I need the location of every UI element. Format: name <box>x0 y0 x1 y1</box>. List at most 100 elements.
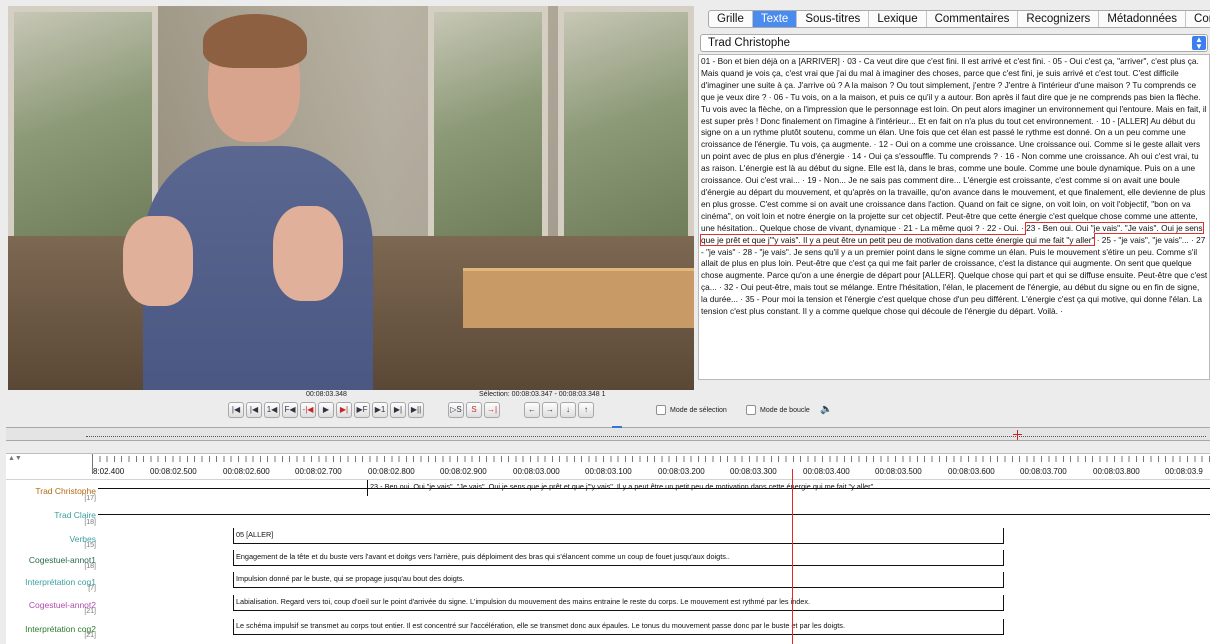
timecode: 00:08:03.348 <box>306 391 347 398</box>
speaker-icon[interactable]: 🔈 <box>820 404 832 415</box>
next-ms-button[interactable]: ▶| <box>336 402 352 418</box>
ruler-label: 00:08:02.700 <box>295 467 342 476</box>
clear-selection-button[interactable]: S <box>466 402 482 418</box>
ruler-label: 00:08:02.500 <box>150 467 197 476</box>
tab-bar: Grille Texte Sous-titres Lexique Comment… <box>708 10 1210 28</box>
signer-hand-left <box>123 216 193 306</box>
ruler-label: 00:08:03.600 <box>948 467 995 476</box>
splitter-handle[interactable] <box>612 426 622 428</box>
tab-controles[interactable]: Contrôles <box>1186 11 1210 27</box>
next-annotation-button[interactable]: → <box>542 402 558 418</box>
annotation[interactable]: Impulsion donné par le buste, qui se pro… <box>233 572 1004 588</box>
go-to-end-button[interactable]: ▶|| <box>408 402 424 418</box>
tab-lexique[interactable]: Lexique <box>869 11 927 27</box>
annotation[interactable]: Le schéma impulsif se transmet au corps … <box>233 619 1004 635</box>
overview-density <box>86 436 1206 437</box>
ruler-ticks <box>92 456 1210 462</box>
tier-count: [18] <box>84 563 96 570</box>
playhead-cursor[interactable] <box>792 469 793 644</box>
signer-hand-right <box>273 206 343 301</box>
previous-scrollview-button[interactable]: |◀ <box>246 402 262 418</box>
annotation-baseline <box>234 634 1003 635</box>
ruler-label: 00:08:02.600 <box>223 467 270 476</box>
signer-hair <box>203 14 307 68</box>
tab-texte[interactable]: Texte <box>752 11 798 27</box>
previous-annotation-button[interactable]: ← <box>524 402 540 418</box>
go-to-begin-button[interactable]: |◀ <box>228 402 244 418</box>
ruler-label: 00:08:02.900 <box>440 467 487 476</box>
mode-selection-label: Mode de sélection <box>670 407 727 414</box>
play-selection-button[interactable]: ▷S <box>448 402 464 418</box>
mode-boucle-label: Mode de boucle <box>760 407 810 414</box>
tier-count: [17] <box>84 495 96 502</box>
next-second-button[interactable]: ▶1 <box>372 402 388 418</box>
tier-count: [21] <box>84 608 96 615</box>
mode-selection-checkbox[interactable] <box>656 405 666 415</box>
next-scrollview-button[interactable]: ▶| <box>390 402 406 418</box>
time-ruler[interactable]: ▲▼ 8:02.400 00:08:02.500 00:08:02.600 00… <box>6 454 1210 480</box>
annotation-text: Labialisation. Regard vers toi, coup d'o… <box>236 597 811 606</box>
annotation[interactable]: 05 [ALLER] <box>233 528 1004 544</box>
tier-interpretation-cog1[interactable]: Interprétation cog1 [7] Impulsion donné … <box>6 572 1210 594</box>
tier-line <box>98 514 1210 515</box>
tier-verbes[interactable]: Verbes [15] 05 [ALLER] <box>6 528 1210 550</box>
tier-count: [7] <box>88 585 96 592</box>
annotation-baseline <box>234 587 1003 588</box>
ruler-label: 00:08:03.400 <box>803 467 850 476</box>
tab-commentaires[interactable]: Commentaires <box>927 11 1019 27</box>
tab-recognizers[interactable]: Recognizers <box>1018 11 1100 27</box>
tier-select-value: Trad Christophe <box>708 37 791 49</box>
tier-cogestuel-annot1[interactable]: Cogestuel-annot1 [18] Engagement de la t… <box>6 550 1210 572</box>
tier-trad-claire[interactable]: Trad Claire [18] <box>6 506 1210 528</box>
tier-interpretation-cog2[interactable]: Interprétation cog2 [21] Le schéma impul… <box>6 619 1210 641</box>
ruler-label: 00:08:03.800 <box>1093 467 1140 476</box>
previous-second-button[interactable]: 1◀ <box>264 402 280 418</box>
tier-cogestuel-annot2[interactable]: Cogestuel-annot2 [21] Labialisation. Reg… <box>6 595 1210 617</box>
annotation[interactable]: Engagement de la tête et du buste vers l… <box>233 550 1004 566</box>
ruler-label: 00:08:02.800 <box>368 467 415 476</box>
annotation-down-button[interactable]: ↓ <box>560 402 576 418</box>
tab-grille[interactable]: Grille <box>709 11 753 27</box>
previous-frame-button[interactable]: F◀ <box>282 402 298 418</box>
ruler-label: 00:08:03.700 <box>1020 467 1067 476</box>
annotation-baseline <box>234 543 1003 544</box>
annotation-text: 23 - Ben oui. Oui "je vais". "Je vais". … <box>370 482 874 491</box>
annotation-text: Impulsion donné par le buste, qui se pro… <box>236 574 465 583</box>
annotation[interactable]: Labialisation. Regard vers toi, coup d'o… <box>233 595 1004 611</box>
annotation-text: Engagement de la tête et du buste vers l… <box>236 552 730 561</box>
tier-count: [15] <box>84 542 96 549</box>
ruler-label: 00:08:03.200 <box>658 467 705 476</box>
timeline-viewer[interactable]: ▲▼ 8:02.400 00:08:02.500 00:08:02.600 00… <box>6 453 1210 644</box>
ruler-label: 00:08:03.300 <box>730 467 777 476</box>
video-window-right2 <box>558 6 694 256</box>
ruler-label: 00:08:03.500 <box>875 467 922 476</box>
tab-metadonnees[interactable]: Métadonnées <box>1099 11 1187 27</box>
annotation-baseline <box>234 610 1003 611</box>
tab-sous-titres[interactable]: Sous-titres <box>797 11 870 27</box>
overview-cursor-h <box>1013 434 1022 435</box>
ruler-label: 8:02.400 <box>93 467 125 476</box>
annotation-text: 05 [ALLER] <box>236 530 274 539</box>
selection-range: Sélection: 00:08:03.347 - 00:08:03.348 1 <box>479 391 606 398</box>
tier-select[interactable]: Trad Christophe ▲ ▼ <box>700 34 1208 52</box>
ruler-corner-icon[interactable]: ▲▼ <box>8 455 22 462</box>
annotation-up-button[interactable]: ↑ <box>578 402 594 418</box>
play-button[interactable]: ▶ <box>318 402 334 418</box>
timeline-overview[interactable] <box>6 426 1210 441</box>
transcript-before: 01 - Bon et bien déjà on a [ARRIVER] · 0… <box>701 56 1207 233</box>
media-controls: 00:08:03.348 Sélection: 00:08:03.347 - 0… <box>0 390 1210 426</box>
previous-ms-button[interactable]: -|◀ <box>300 402 316 418</box>
video-table <box>463 268 694 328</box>
next-frame-button[interactable]: ▶F <box>354 402 370 418</box>
tier-name[interactable]: Interprétation cog1 <box>25 577 96 587</box>
tier-trad-christophe[interactable]: Trad Christophe [17] 23 - Ben oui. Oui "… <box>6 480 1210 504</box>
mode-boucle-checkbox[interactable] <box>746 405 756 415</box>
annotation-text: Le schéma impulsif se transmet au corps … <box>236 621 845 630</box>
transcript-text[interactable]: 01 - Bon et bien déjà on a [ARRIVER] · 0… <box>698 54 1210 380</box>
annotation[interactable]: 23 - Ben oui. Oui "je vais". "Je vais". … <box>367 480 1007 496</box>
selection-boundary-button[interactable]: →| <box>484 402 500 418</box>
select-arrows-icon: ▲ ▼ <box>1192 36 1206 51</box>
ruler-label: 00:08:03.000 <box>513 467 560 476</box>
video-viewer[interactable] <box>8 6 694 390</box>
right-panel: Grille Texte Sous-titres Lexique Comment… <box>698 6 1210 382</box>
